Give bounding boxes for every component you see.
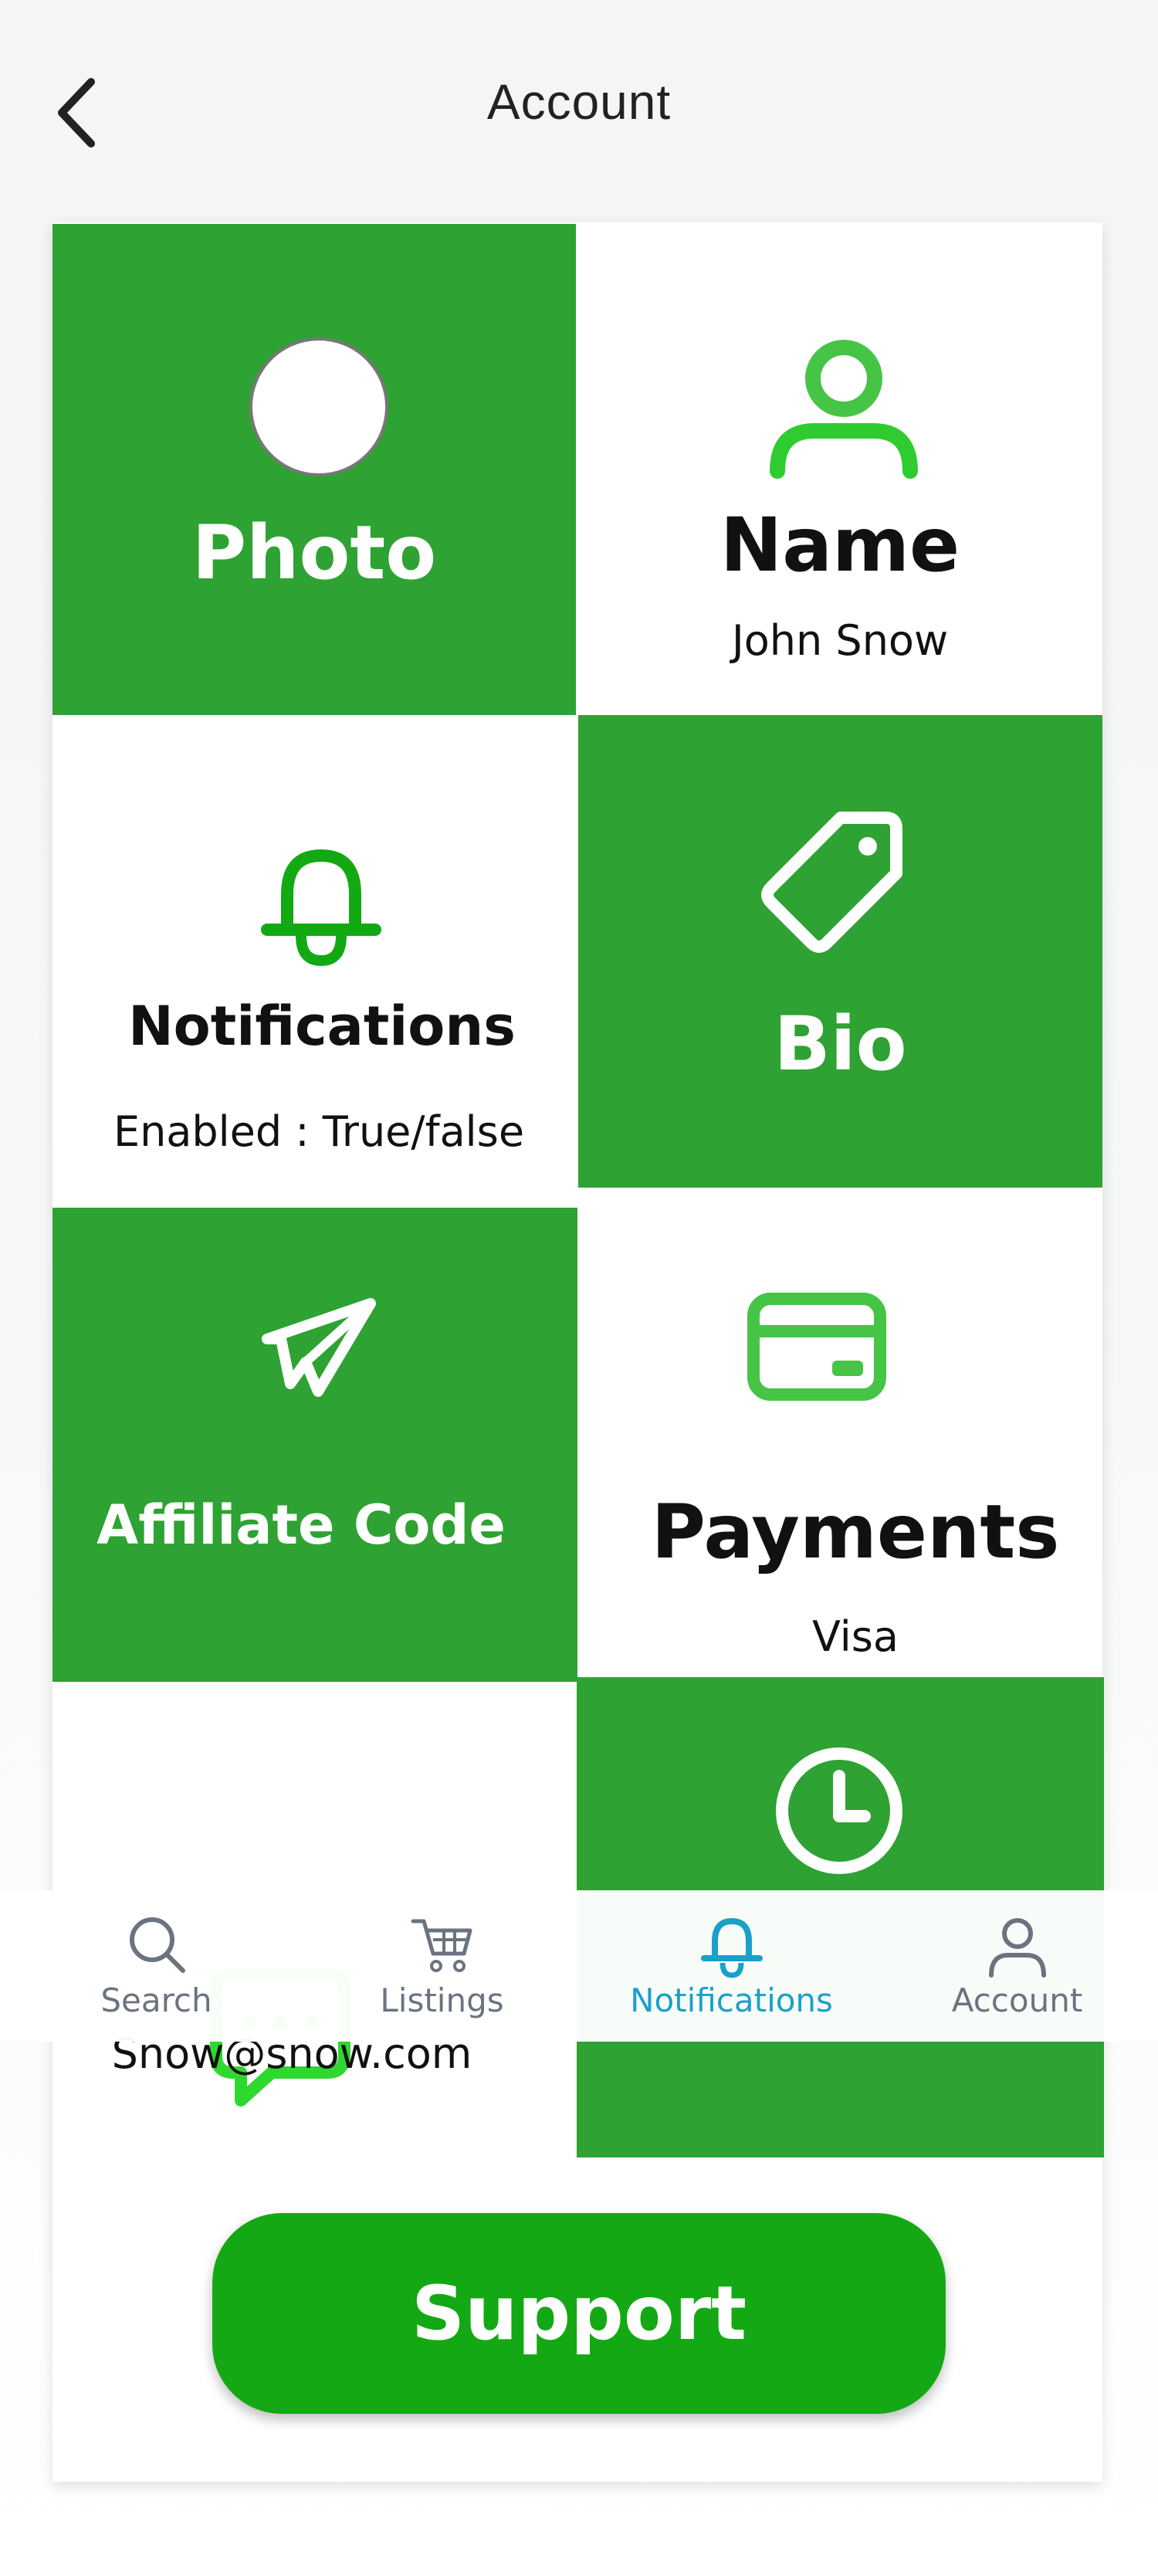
user-icon bbox=[988, 1918, 1046, 1978]
top-app-bar: Account bbox=[0, 0, 1158, 208]
payments-value: Visa bbox=[812, 1612, 899, 1661]
affiliate-code-label: Affiliate Code bbox=[96, 1493, 506, 1557]
clock-icon bbox=[776, 1747, 902, 1874]
photo-label: Photo bbox=[191, 510, 437, 596]
name-tile[interactable]: Name John Snow bbox=[577, 224, 1102, 715]
name-value: John Snow bbox=[731, 616, 949, 665]
nav-search[interactable]: Search bbox=[12, 1890, 301, 2042]
bio-tile[interactable]: Bio bbox=[578, 715, 1102, 1188]
page-title: Account bbox=[486, 74, 672, 130]
support-button[interactable]: Support bbox=[212, 2213, 946, 2414]
credit-card-icon bbox=[747, 1293, 886, 1401]
search-icon bbox=[129, 1917, 185, 1973]
name-label: Name bbox=[720, 502, 960, 588]
nav-account[interactable]: Account bbox=[872, 1890, 1158, 2042]
nav-notifications-label: Notifications bbox=[630, 1981, 833, 2019]
payments-tile[interactable]: Payments Visa bbox=[577, 1188, 1102, 1682]
cart-icon bbox=[411, 1919, 472, 1972]
bottom-navigation: Search Listings Notifications Account bbox=[0, 1890, 1158, 2042]
account-card: Photo Name John Snow Notifications Enabl… bbox=[52, 222, 1104, 2482]
bio-label: Bio bbox=[774, 1001, 907, 1087]
send-icon bbox=[262, 1298, 376, 1397]
notifications-value: Enabled : True/false bbox=[113, 1107, 525, 1156]
photo-tile[interactable]: Photo bbox=[52, 224, 576, 715]
nav-account-label: Account bbox=[951, 1981, 1083, 2019]
payments-label: Payments bbox=[651, 1489, 1060, 1575]
nav-listings[interactable]: Listings bbox=[297, 1890, 587, 2042]
user-icon bbox=[770, 340, 918, 479]
affiliate-code-tile[interactable]: Affiliate Code bbox=[52, 1208, 577, 1682]
nav-search-label: Search bbox=[100, 1981, 212, 2019]
bell-icon bbox=[700, 1917, 763, 1978]
bell-icon bbox=[261, 849, 381, 967]
notifications-tile[interactable]: Notifications Enabled : True/false bbox=[52, 715, 576, 1188]
nav-listings-label: Listings bbox=[380, 1981, 504, 2019]
tag-icon bbox=[761, 812, 902, 953]
nav-notifications[interactable]: Notifications bbox=[587, 1890, 876, 2042]
profile-photo-avatar bbox=[249, 337, 388, 476]
notifications-label: Notifications bbox=[128, 995, 516, 1058]
